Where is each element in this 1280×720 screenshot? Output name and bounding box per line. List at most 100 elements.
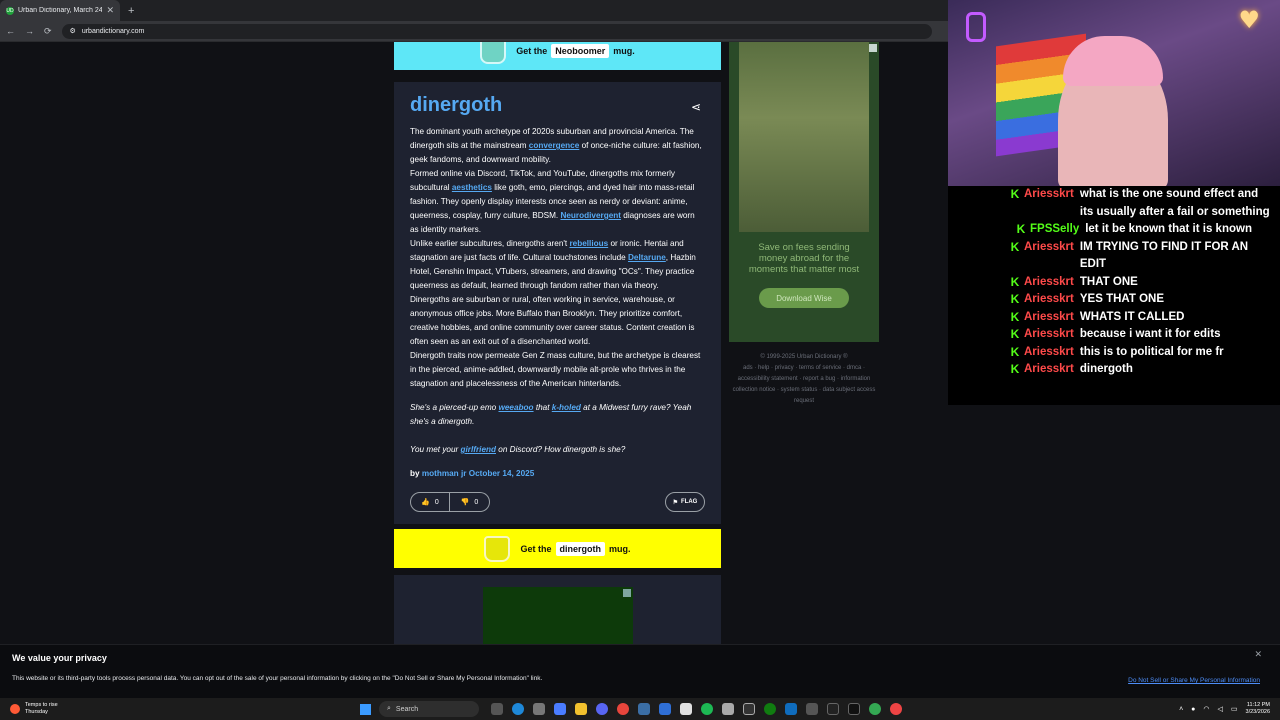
ad-choices-icon[interactable] [623,589,631,597]
weather-sub: Thursday [25,709,48,715]
author-link[interactable]: mothman jr [422,469,467,478]
notes-icon[interactable] [680,703,692,715]
link-neurodivergent[interactable]: Neurodivergent [560,211,621,220]
app-icon[interactable] [827,703,839,715]
search-icon: ⌕ [387,705,391,712]
taskbar-search[interactable]: ⌕ Search [379,701,479,717]
link-convergence[interactable]: convergence [529,141,580,150]
app-icon[interactable] [638,703,650,715]
kick-badge-icon: K [1010,292,1020,306]
link-weeaboo[interactable]: weeaboo [499,403,534,412]
sidebar-ad[interactable]: Save on fees sending money abroad for th… [729,42,879,342]
ad-download-button[interactable]: Download Wise [759,288,849,308]
settings-icon[interactable] [533,703,545,715]
definition-word[interactable]: dinergoth [410,94,705,117]
mug-suffix: mug. [613,46,635,56]
chat-message: K Ariesskrt THAT ONE [948,274,1280,292]
battery-icon[interactable]: ▭ [1231,705,1238,713]
kick-badge-icon: K [1016,222,1026,236]
app-icon[interactable] [722,703,734,715]
upvote-button[interactable]: 👍 0 [410,492,450,512]
ad-banner[interactable] [483,587,633,644]
privacy-title: We value your privacy [12,653,107,663]
tab-title: Urban Dictionary, March 24: Ne [18,7,103,14]
chrome-icon[interactable] [617,703,629,715]
app-icon[interactable] [743,703,755,715]
edge-icon[interactable] [512,703,524,715]
new-tab-icon[interactable]: + [128,5,134,17]
favicon-icon: UD [6,6,14,15]
chat-text: THAT ONE [1079,275,1138,288]
close-tab-icon[interactable]: ✕ [106,5,114,16]
app-icon[interactable] [554,703,566,715]
mug-banner-top[interactable]: Get the Neoboomer mug. [394,42,721,70]
clock[interactable]: 11:12 PM 3/23/2026 [1246,702,1270,716]
wifi-icon[interactable]: ◠ [1203,705,1209,713]
neon-signature: ♥ [1238,6,1260,34]
back-icon[interactable]: ← [6,26,15,36]
page-content: Get the Neoboomer mug. dinergoth ⋖ The d… [0,42,948,644]
chevron-up-icon[interactable]: ˄ [1179,706,1183,713]
spotify-icon[interactable] [701,703,713,715]
kick-badge-icon: K [1010,239,1020,254]
definition-example: She's a pierced-up emo weeaboo that k-ho… [410,401,705,457]
weather-widget[interactable]: Temps to rise Thursday [0,702,360,716]
chat-text: what is the one sound effect and its usu… [1079,188,1270,218]
kick-badge-icon: K [1010,274,1020,289]
link-girlfriend[interactable]: girlfriend [461,445,496,454]
link-aesthetics[interactable]: aesthetics [452,183,492,192]
downvote-button[interactable]: 👎 0 [450,492,490,512]
footer-link-list[interactable]: ads · help · privacy · terms of service … [729,363,879,407]
date-link[interactable]: October 14, 2025 [469,469,535,478]
reload-icon[interactable]: ⟳ [44,26,52,37]
mug-banner-bottom[interactable]: Get the dinergoth mug. [394,529,721,568]
link-k-holed[interactable]: k-holed [552,403,581,412]
vote-buttons: 👍 0 👎 0 [410,492,490,512]
ad-photo [739,42,869,232]
task-view-icon[interactable] [491,703,503,715]
folder-icon[interactable] [575,703,587,715]
address-bar: ← → ⟳ ⚙ urbandictionary.com [0,21,948,42]
chrome-icon[interactable] [869,703,881,715]
chat-message: K Ariesskrt because i want it for edits [948,326,1280,344]
volume-icon[interactable]: ◁ [1218,705,1223,713]
stream-chat: K Ariesskrt what is the one sound effect a… [948,186,1280,405]
mug-prefix: Get the [516,46,548,56]
browser-tab[interactable]: UD Urban Dictionary, March 24: Ne ✕ [0,0,120,21]
thumbs-up-icon: 👍 [421,499,430,506]
weather-icon [10,704,20,714]
ad-choices-icon[interactable] [869,44,877,52]
downvote-count: 0 [474,498,479,506]
xbox-icon[interactable] [764,703,776,715]
app-icon[interactable] [848,703,860,715]
windows-start-icon[interactable] [360,703,371,715]
footer-copyright: © 1999-2025 Urban Dictionary ® [760,354,848,360]
chat-username: Ariesskrt [1024,275,1074,288]
mug-icon [480,42,507,64]
search-label: Search [395,705,419,713]
chat-username: Ariesskrt [1024,240,1074,253]
app-icon[interactable] [890,703,902,715]
shield-icon[interactable] [659,703,671,715]
chat-username: FPSSelly [1030,223,1080,235]
discord-icon[interactable] [596,703,608,715]
app-icon[interactable] [806,703,818,715]
share-icon[interactable]: ⋖ [691,100,701,114]
flag-button[interactable]: ⚑ FLAG [665,492,705,512]
site-info-icon[interactable]: ⚙ [70,27,76,35]
forward-icon[interactable]: → [25,26,34,36]
close-icon[interactable]: ✕ [1254,649,1262,660]
webcam-overlay: ♥ [948,0,1280,186]
chat-username: Ariesskrt [1024,363,1074,375]
link-rebellious[interactable]: rebellious [569,239,608,248]
do-not-sell-link[interactable]: Do Not Sell or Share My Personal Informa… [1128,677,1260,684]
mic-icon[interactable]: ● [1191,706,1195,713]
next-card [394,575,721,644]
app-icon[interactable] [785,703,797,715]
taskbar-apps [491,703,902,715]
chat-message: K FPSSelly let it be known that it is know… [948,221,1280,239]
chat-text: IM TRYING TO FIND IT FOR AN EDIT [1079,240,1249,271]
url-field[interactable]: ⚙ urbandictionary.com [61,23,932,39]
link-deltarune[interactable]: Deltarune [628,253,666,262]
chat-message: K Ariesskrt this is to political for me fr [948,344,1280,362]
